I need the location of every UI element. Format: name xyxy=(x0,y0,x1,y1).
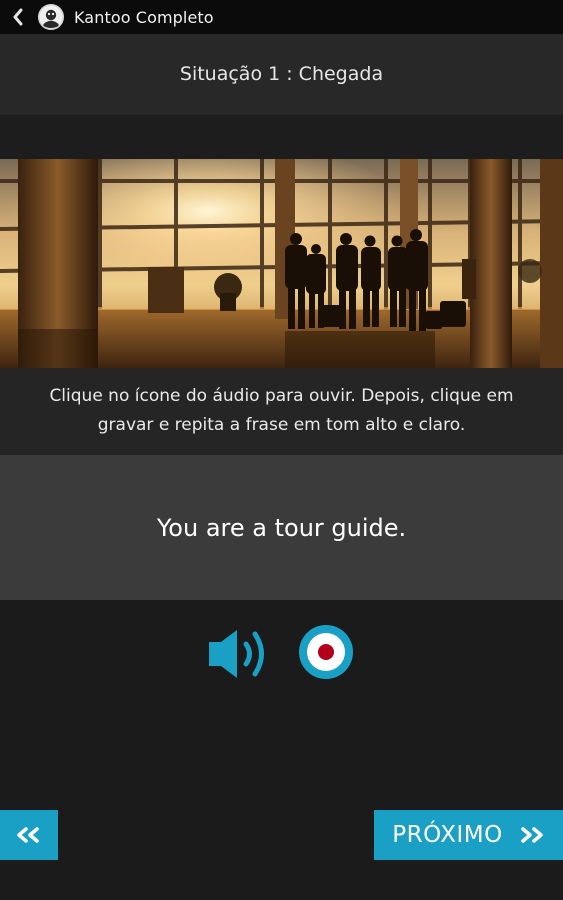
next-button[interactable]: PRÓXIMO xyxy=(374,810,563,860)
app-title: Kantoo Completo xyxy=(74,7,214,27)
kantoo-logo-icon xyxy=(38,4,64,30)
chevron-left-icon[interactable] xyxy=(4,0,32,34)
phrase-text: You are a tour guide. xyxy=(156,513,407,542)
action-bar: Kantoo Completo xyxy=(0,0,563,34)
spacer xyxy=(0,115,563,159)
instruction-text: Clique no ícone do áudio para ouvir. Dep… xyxy=(49,386,514,435)
phrase-panel: You are a tour guide. xyxy=(0,455,563,600)
controls-area: PRÓXIMO xyxy=(0,600,563,900)
speaker-icon[interactable] xyxy=(205,624,275,684)
situation-title: Situação 1 : Chegada xyxy=(179,62,384,85)
next-button-label: PRÓXIMO xyxy=(392,822,503,848)
situation-header: Situação 1 : Chegada xyxy=(0,34,563,115)
double-chevron-right-icon xyxy=(517,826,545,844)
previous-button[interactable] xyxy=(0,810,58,860)
instruction-panel: Clique no ícone do áudio para ouvir. Dep… xyxy=(0,368,563,455)
airport-terminal-photo xyxy=(0,159,563,368)
record-icon[interactable] xyxy=(298,624,354,680)
double-chevron-left-icon xyxy=(15,826,43,844)
